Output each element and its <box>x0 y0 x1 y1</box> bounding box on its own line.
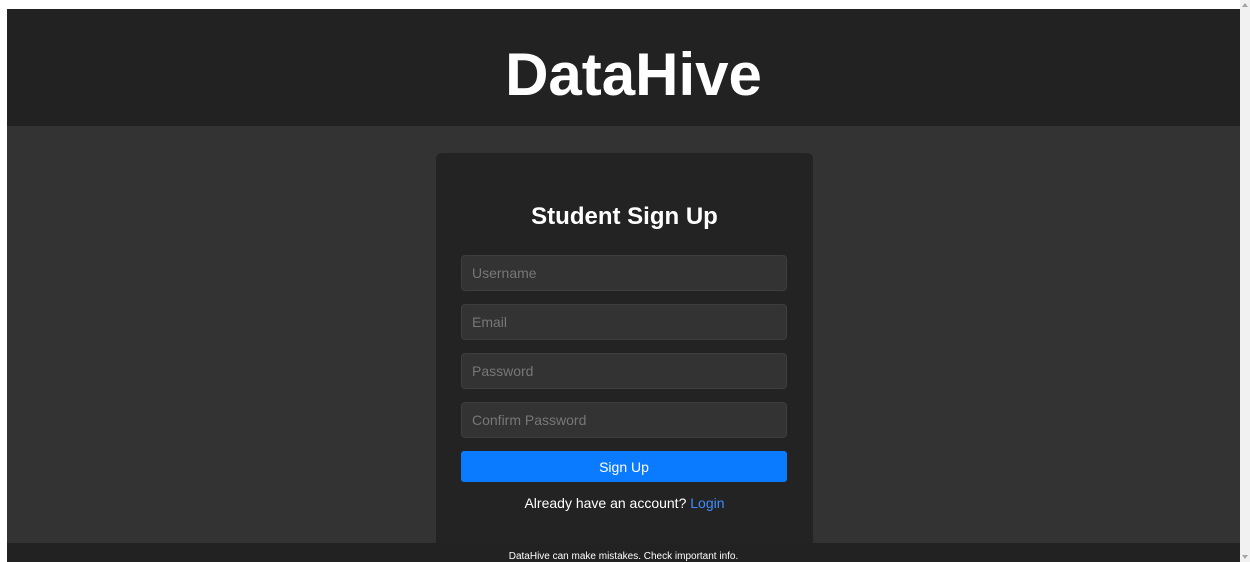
username-input[interactable] <box>461 255 787 291</box>
login-link[interactable]: Login <box>690 495 724 511</box>
footer-disclaimer: DataHive can make mistakes. Check import… <box>7 543 1240 562</box>
site-header: DataHive <box>7 9 1240 126</box>
brand-title: DataHive <box>505 40 762 108</box>
confirm-password-input[interactable] <box>461 402 787 438</box>
signup-card: Student Sign Up Sign Up Already have an … <box>436 153 813 562</box>
scroll-up-arrow-icon[interactable] <box>1242 3 1248 7</box>
login-prompt-text: Already have an account? <box>524 495 687 511</box>
form-title: Student Sign Up <box>531 203 718 230</box>
scroll-down-arrow-icon[interactable] <box>1242 555 1248 559</box>
sign-up-button[interactable]: Sign Up <box>461 451 787 482</box>
vertical-scrollbar[interactable] <box>1240 0 1250 562</box>
page-viewport: DataHive Student Sign Up Sign Up Already… <box>7 9 1240 562</box>
email-input[interactable] <box>461 304 787 340</box>
login-prompt-row: Already have an account? Login <box>436 495 813 511</box>
password-input[interactable] <box>461 353 787 389</box>
disclaimer-text: DataHive can make mistakes. Check import… <box>508 551 739 562</box>
